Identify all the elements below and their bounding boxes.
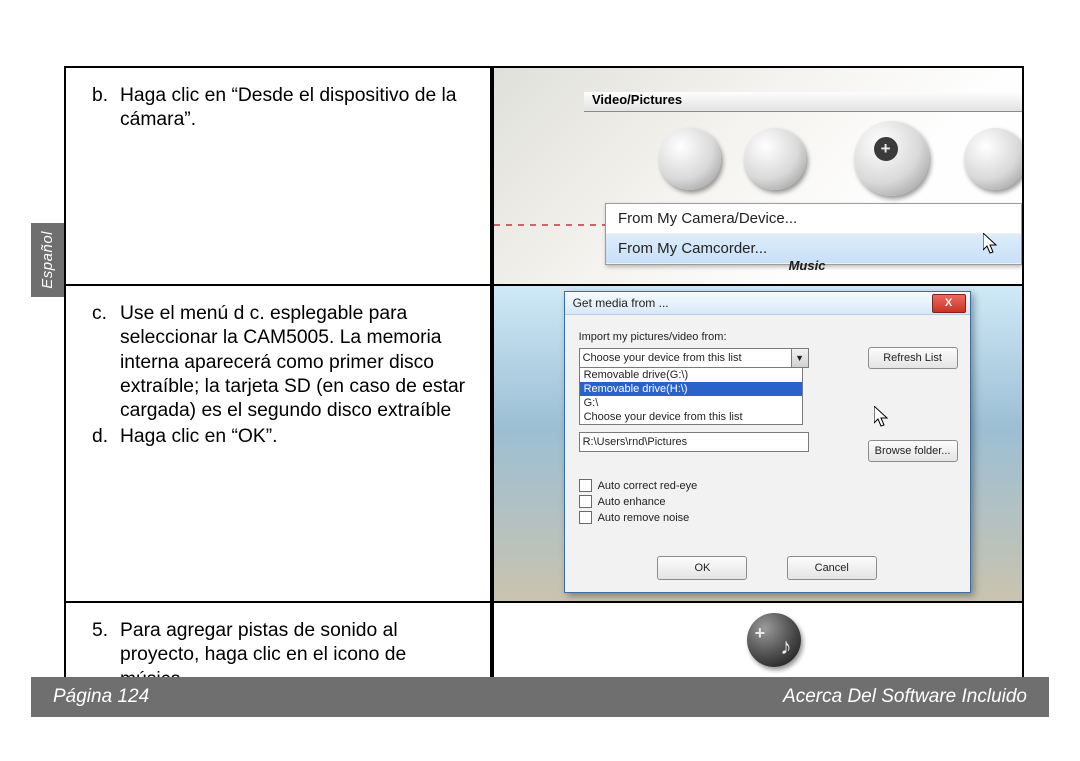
cursor-icon bbox=[983, 233, 1000, 255]
round-button-add[interactable]: + bbox=[854, 121, 929, 196]
option-removable-h[interactable]: Removable drive(H:\) bbox=[580, 382, 802, 396]
step-c-bullet: c. bbox=[92, 302, 120, 424]
checkbox-enhance[interactable]: Auto enhance bbox=[579, 495, 956, 508]
dialog-titlebar: Get media from ... X bbox=[565, 292, 970, 315]
dialog-title: Get media from ... bbox=[573, 296, 669, 310]
instruction-table: b. Haga clic en “Desde el dispositivo de… bbox=[64, 66, 1024, 711]
round-button-2[interactable] bbox=[744, 128, 806, 190]
browse-folder-button[interactable]: Browse folder... bbox=[868, 440, 958, 462]
option-choose[interactable]: Choose your device from this list bbox=[580, 410, 802, 424]
import-label: Import my pictures/video from: bbox=[579, 331, 956, 343]
option-g-drive[interactable]: G:\ bbox=[580, 396, 802, 410]
option-removable-g[interactable]: Removable drive(G:\) bbox=[580, 368, 802, 382]
checkbox-redeye[interactable]: Auto correct red-eye bbox=[579, 479, 956, 492]
plus-icon: + bbox=[874, 137, 898, 161]
step-b-bullet: b. bbox=[92, 84, 120, 133]
close-button[interactable]: X bbox=[932, 294, 966, 313]
menu-from-camera-device[interactable]: From My Camera/Device... bbox=[606, 204, 1021, 234]
music-note-icon: ♪ bbox=[780, 633, 792, 660]
round-button-4[interactable] bbox=[964, 128, 1022, 190]
step-b-body: Haga clic en “Desde el dispositivo de la… bbox=[120, 84, 476, 133]
step-b-text-cell: b. Haga clic en “Desde el dispositivo de… bbox=[65, 67, 491, 285]
cancel-button[interactable]: Cancel bbox=[787, 556, 877, 580]
step-cd-text-cell: c. Use el menú d c. esplegable para sele… bbox=[65, 285, 491, 602]
plus-icon: + bbox=[755, 623, 766, 644]
step-c-body: Use el menú d c. esplegable para selecci… bbox=[120, 302, 476, 424]
refresh-list-button[interactable]: Refresh List bbox=[868, 347, 958, 369]
screenshot-video-pictures: Video/Pictures + From My Camera/Device..… bbox=[492, 68, 1022, 284]
language-label: Español bbox=[39, 231, 56, 289]
device-combobox[interactable]: Choose your device from this list ▼ bbox=[579, 348, 809, 368]
round-button-1[interactable] bbox=[659, 128, 721, 190]
cursor-icon bbox=[874, 406, 891, 433]
vp-header: Video/Pictures bbox=[584, 92, 1022, 112]
context-menu: From My Camera/Device... From My Camcord… bbox=[605, 203, 1022, 265]
language-tab: Español bbox=[31, 223, 64, 297]
screenshot-get-media-dialog: Get media from ... X Import my pictures/… bbox=[492, 286, 1022, 601]
page-footer: Página 124 Acerca Del Software Incluido bbox=[31, 677, 1049, 717]
step-d-body: Haga clic en “OK”. bbox=[120, 425, 476, 449]
ok-button[interactable]: OK bbox=[657, 556, 747, 580]
section-title: Acerca Del Software Incluido bbox=[783, 677, 1027, 717]
music-label: Music bbox=[789, 258, 826, 273]
checkbox-box-icon bbox=[579, 511, 592, 524]
page-number: Página 124 bbox=[53, 686, 149, 707]
checkbox-box-icon bbox=[579, 495, 592, 508]
chevron-down-icon: ▼ bbox=[791, 349, 808, 367]
screenshot-music-icon: + ♪ bbox=[492, 603, 1022, 677]
combobox-value: Choose your device from this list bbox=[583, 352, 742, 364]
checkbox-box-icon bbox=[579, 479, 592, 492]
device-listbox[interactable]: Removable drive(G:\) Removable drive(H:\… bbox=[579, 368, 803, 425]
dialog-get-media: Get media from ... X Import my pictures/… bbox=[564, 291, 971, 593]
checkbox-noise[interactable]: Auto remove noise bbox=[579, 511, 956, 524]
step-d-bullet: d. bbox=[92, 425, 120, 449]
path-field[interactable]: R:\Users\rnd\Pictures bbox=[579, 432, 809, 452]
add-music-button[interactable]: + ♪ bbox=[747, 613, 801, 667]
